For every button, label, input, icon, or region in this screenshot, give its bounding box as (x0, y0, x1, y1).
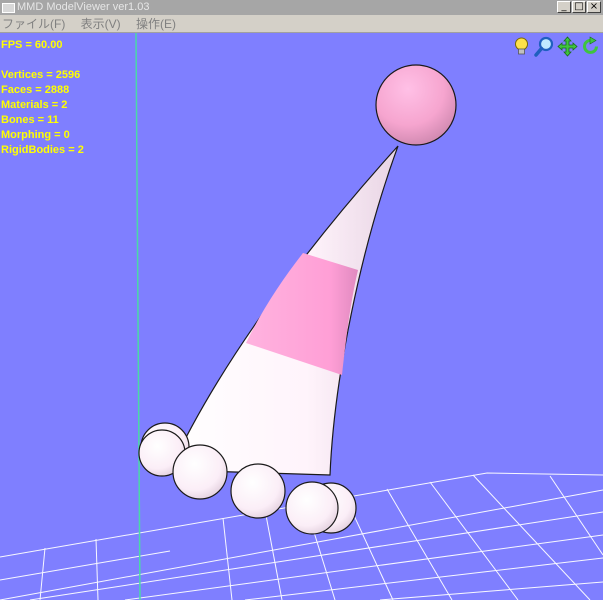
y-axis-line (135, 33, 141, 600)
maximize-button[interactable]: □ (572, 1, 586, 13)
materials-count: Materials = 2 (1, 99, 68, 111)
app-window-icon (2, 3, 15, 13)
bones-count: Bones = 11 (1, 114, 59, 126)
model-top-ball (375, 64, 457, 146)
move-icon[interactable] (557, 36, 578, 57)
menu-file[interactable]: ファイル(F) (2, 17, 65, 31)
lightbulb-icon[interactable] (511, 36, 532, 57)
menu-bar: ファイル(F) 表示(V) 操作(E) (0, 15, 603, 33)
vertices-count: Vertices = 2596 (1, 69, 81, 81)
rigid-bodies-count: RigidBodies = 2 (1, 144, 84, 156)
faces-count: Faces = 2888 (1, 84, 70, 96)
viewer-toolbar (511, 36, 601, 57)
rotate-icon[interactable] (580, 36, 601, 57)
scene-canvas[interactable] (0, 33, 603, 600)
window-buttons: _ □ × (557, 0, 601, 13)
title-bar: MMD ModelViewer ver1.03 _ □ × (0, 0, 603, 15)
fps-readout: FPS = 60.00 (1, 39, 63, 51)
morphing-count: Morphing = 0 (1, 129, 70, 141)
3d-viewport[interactable]: FPS = 60.00 Vertices = 2596 Faces = 2888… (0, 33, 603, 600)
zoom-icon[interactable] (534, 36, 555, 57)
window-title: MMD ModelViewer ver1.03 (17, 1, 150, 13)
close-button[interactable]: × (587, 1, 601, 13)
stats-overlay: FPS = 60.00 Vertices = 2596 Faces = 2888… (1, 38, 84, 158)
model-cone (169, 145, 399, 476)
menu-view[interactable]: 表示(V) (81, 17, 121, 31)
menu-operation[interactable]: 操作(E) (136, 17, 176, 31)
minimize-button[interactable]: _ (557, 1, 571, 13)
